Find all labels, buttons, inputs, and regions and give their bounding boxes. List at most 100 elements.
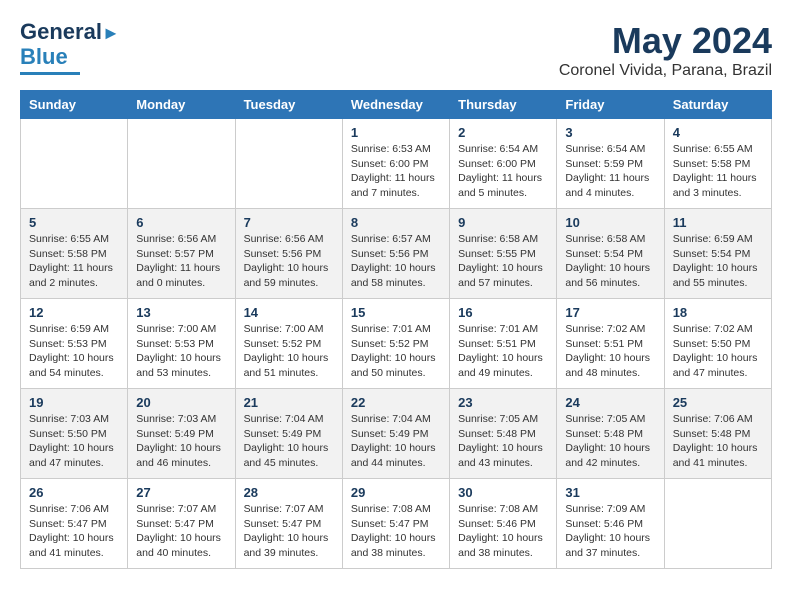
day-number: 19 — [29, 395, 119, 410]
calendar-cell: 27Sunrise: 7:07 AM Sunset: 5:47 PM Dayli… — [128, 479, 235, 569]
day-number: 11 — [673, 215, 763, 230]
calendar-cell — [128, 119, 235, 209]
calendar-cell — [235, 119, 342, 209]
day-number: 21 — [244, 395, 334, 410]
cell-info: Sunrise: 6:55 AM Sunset: 5:58 PM Dayligh… — [673, 142, 763, 201]
calendar-cell — [21, 119, 128, 209]
day-number: 29 — [351, 485, 441, 500]
day-number: 10 — [565, 215, 655, 230]
day-number: 3 — [565, 125, 655, 140]
logo-blue: Blue — [20, 44, 68, 70]
cell-info: Sunrise: 7:03 AM Sunset: 5:49 PM Dayligh… — [136, 412, 226, 471]
calendar-cell: 25 Sunrise: 7:06 AM Sunset: 5:48 PM Dayli… — [664, 389, 771, 479]
title-block: May 2024 Coronel Vivida, Parana, Brazil — [559, 20, 772, 80]
day-number: 7 — [244, 215, 334, 230]
cell-info: Sunrise: 6:58 AM Sunset: 5:54 PM Dayligh… — [565, 232, 655, 291]
day-number: 31 — [565, 485, 655, 500]
day-number: 22 — [351, 395, 441, 410]
day-number: 24 — [565, 395, 655, 410]
cell-info: Sunrise: 7:01 AM Sunset: 5:52 PM Dayligh… — [351, 322, 441, 381]
location-subtitle: Coronel Vivida, Parana, Brazil — [559, 62, 772, 80]
day-number: 9 — [458, 215, 548, 230]
cell-info: Sunrise: 7:04 AM Sunset: 5:49 PM Dayligh… — [244, 412, 334, 471]
calendar-cell: 6Sunrise: 6:56 AM Sunset: 5:57 PM Daylig… — [128, 209, 235, 299]
calendar-cell: 3Sunrise: 6:54 AM Sunset: 5:59 PM Daylig… — [557, 119, 664, 209]
cell-info: Sunrise: 7:07 AM Sunset: 5:47 PM Dayligh… — [244, 502, 334, 561]
cell-info: Sunrise: 7:06 AM Sunset: 5:48 PM Dayligh… — [673, 412, 763, 471]
logo-underline — [20, 72, 80, 75]
cell-info: Sunrise: 6:56 AM Sunset: 5:56 PM Dayligh… — [244, 232, 334, 291]
cell-info: Sunrise: 6:54 AM Sunset: 6:00 PM Dayligh… — [458, 142, 548, 201]
calendar-cell: 11 Sunrise: 6:59 AM Sunset: 5:54 PM Dayli… — [664, 209, 771, 299]
calendar-cell — [664, 479, 771, 569]
col-header-saturday: Saturday — [664, 91, 771, 119]
week-row-4: 19 Sunrise: 7:03 AM Sunset: 5:50 PM Dayli… — [21, 389, 772, 479]
cell-info: Sunrise: 6:59 AM Sunset: 5:54 PM Dayligh… — [673, 232, 763, 291]
calendar-cell: 20 Sunrise: 7:03 AM Sunset: 5:49 PM Dayli… — [128, 389, 235, 479]
cell-info: Sunrise: 7:00 AM Sunset: 5:52 PM Dayligh… — [244, 322, 334, 381]
week-row-3: 12 Sunrise: 6:59 AM Sunset: 5:53 PM Dayli… — [21, 299, 772, 389]
calendar-cell: 26Sunrise: 7:06 AM Sunset: 5:47 PM Dayli… — [21, 479, 128, 569]
col-header-wednesday: Wednesday — [342, 91, 449, 119]
day-number: 25 — [673, 395, 763, 410]
cell-info: Sunrise: 7:08 AM Sunset: 5:46 PM Dayligh… — [458, 502, 548, 561]
col-header-tuesday: Tuesday — [235, 91, 342, 119]
col-header-thursday: Thursday — [450, 91, 557, 119]
calendar-cell: 19 Sunrise: 7:03 AM Sunset: 5:50 PM Dayli… — [21, 389, 128, 479]
calendar-cell: 23Sunrise: 7:05 AM Sunset: 5:48 PM Dayli… — [450, 389, 557, 479]
col-header-monday: Monday — [128, 91, 235, 119]
cell-info: Sunrise: 7:03 AM Sunset: 5:50 PM Dayligh… — [29, 412, 119, 471]
calendar-cell: 9 Sunrise: 6:58 AM Sunset: 5:55 PM Daylig… — [450, 209, 557, 299]
calendar-cell: 1Sunrise: 6:53 AM Sunset: 6:00 PM Daylig… — [342, 119, 449, 209]
calendar-cell: 2 Sunrise: 6:54 AM Sunset: 6:00 PM Daylig… — [450, 119, 557, 209]
day-number: 18 — [673, 305, 763, 320]
calendar-cell: 30 Sunrise: 7:08 AM Sunset: 5:46 PM Dayli… — [450, 479, 557, 569]
day-number: 12 — [29, 305, 119, 320]
calendar-cell: 31 Sunrise: 7:09 AM Sunset: 5:46 PM Dayli… — [557, 479, 664, 569]
cell-info: Sunrise: 7:04 AM Sunset: 5:49 PM Dayligh… — [351, 412, 441, 471]
cell-info: Sunrise: 7:07 AM Sunset: 5:47 PM Dayligh… — [136, 502, 226, 561]
cell-info: Sunrise: 6:59 AM Sunset: 5:53 PM Dayligh… — [29, 322, 119, 381]
calendar-cell: 21 Sunrise: 7:04 AM Sunset: 5:49 PM Dayli… — [235, 389, 342, 479]
cell-info: Sunrise: 7:09 AM Sunset: 5:46 PM Dayligh… — [565, 502, 655, 561]
calendar-cell: 8 Sunrise: 6:57 AM Sunset: 5:56 PM Daylig… — [342, 209, 449, 299]
month-title: May 2024 — [559, 20, 772, 62]
day-number: 15 — [351, 305, 441, 320]
week-row-1: 1Sunrise: 6:53 AM Sunset: 6:00 PM Daylig… — [21, 119, 772, 209]
cell-info: Sunrise: 7:01 AM Sunset: 5:51 PM Dayligh… — [458, 322, 548, 381]
col-header-friday: Friday — [557, 91, 664, 119]
col-header-sunday: Sunday — [21, 91, 128, 119]
day-number: 8 — [351, 215, 441, 230]
calendar-cell: 18 Sunrise: 7:02 AM Sunset: 5:50 PM Dayli… — [664, 299, 771, 389]
cell-info: Sunrise: 7:05 AM Sunset: 5:48 PM Dayligh… — [565, 412, 655, 471]
day-number: 13 — [136, 305, 226, 320]
day-number: 17 — [565, 305, 655, 320]
header-row: SundayMondayTuesdayWednesdayThursdayFrid… — [21, 91, 772, 119]
calendar-cell: 29Sunrise: 7:08 AM Sunset: 5:47 PM Dayli… — [342, 479, 449, 569]
day-number: 4 — [673, 125, 763, 140]
calendar-cell: 10 Sunrise: 6:58 AM Sunset: 5:54 PM Dayli… — [557, 209, 664, 299]
cell-info: Sunrise: 6:57 AM Sunset: 5:56 PM Dayligh… — [351, 232, 441, 291]
day-number: 20 — [136, 395, 226, 410]
week-row-2: 5 Sunrise: 6:55 AM Sunset: 5:58 PM Daylig… — [21, 209, 772, 299]
day-number: 16 — [458, 305, 548, 320]
day-number: 6 — [136, 215, 226, 230]
day-number: 2 — [458, 125, 548, 140]
calendar-cell: 12 Sunrise: 6:59 AM Sunset: 5:53 PM Dayli… — [21, 299, 128, 389]
cell-info: Sunrise: 6:55 AM Sunset: 5:58 PM Dayligh… — [29, 232, 119, 291]
cell-info: Sunrise: 7:02 AM Sunset: 5:51 PM Dayligh… — [565, 322, 655, 381]
cell-info: Sunrise: 6:53 AM Sunset: 6:00 PM Dayligh… — [351, 142, 441, 201]
cell-info: Sunrise: 6:58 AM Sunset: 5:55 PM Dayligh… — [458, 232, 548, 291]
calendar-cell: 13Sunrise: 7:00 AM Sunset: 5:53 PM Dayli… — [128, 299, 235, 389]
logo: General► Blue — [20, 20, 120, 75]
calendar-cell: 16 Sunrise: 7:01 AM Sunset: 5:51 PM Dayli… — [450, 299, 557, 389]
calendar-cell: 22 Sunrise: 7:04 AM Sunset: 5:49 PM Dayli… — [342, 389, 449, 479]
day-number: 28 — [244, 485, 334, 500]
cell-info: Sunrise: 7:02 AM Sunset: 5:50 PM Dayligh… — [673, 322, 763, 381]
day-number: 5 — [29, 215, 119, 230]
calendar-cell: 7 Sunrise: 6:56 AM Sunset: 5:56 PM Daylig… — [235, 209, 342, 299]
calendar-cell: 28 Sunrise: 7:07 AM Sunset: 5:47 PM Dayli… — [235, 479, 342, 569]
cell-info: Sunrise: 7:05 AM Sunset: 5:48 PM Dayligh… — [458, 412, 548, 471]
calendar-cell: 14Sunrise: 7:00 AM Sunset: 5:52 PM Dayli… — [235, 299, 342, 389]
day-number: 30 — [458, 485, 548, 500]
